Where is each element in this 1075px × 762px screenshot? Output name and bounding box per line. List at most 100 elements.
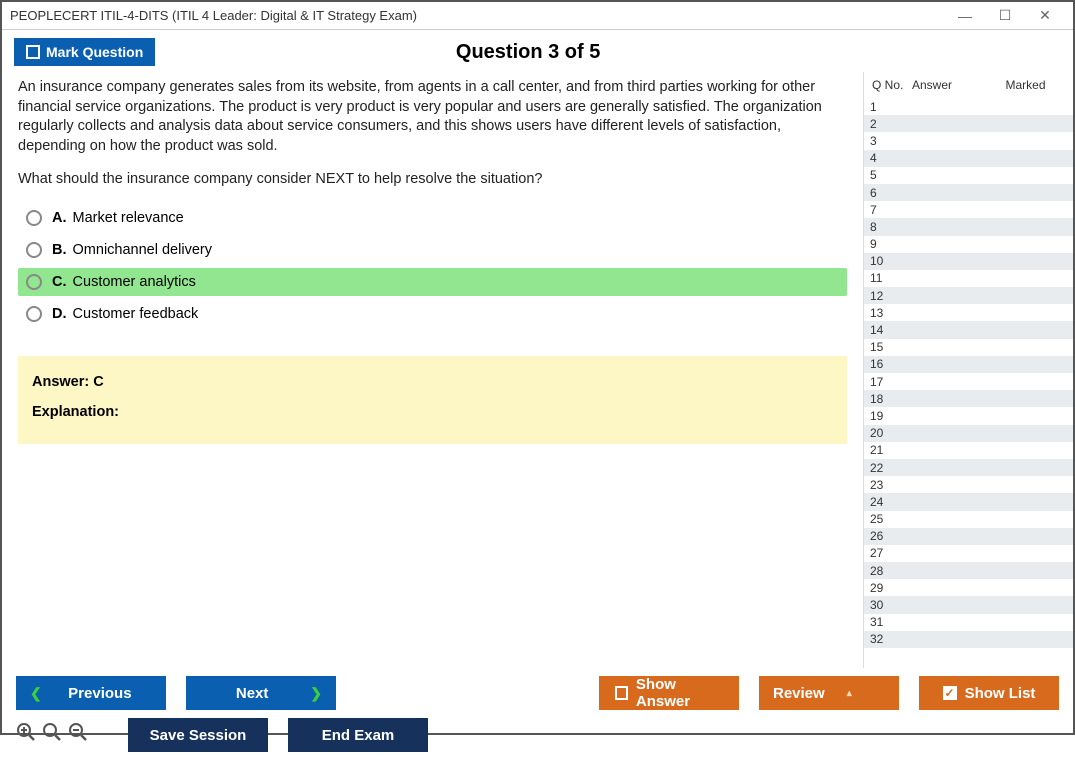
list-row[interactable]: 32 xyxy=(864,631,1073,648)
list-row[interactable]: 23 xyxy=(864,476,1073,493)
minimize-icon[interactable]: — xyxy=(945,8,985,24)
header-answer: Answer xyxy=(912,78,982,92)
row-qno: 13 xyxy=(864,306,908,320)
explanation-label: Explanation: xyxy=(32,404,833,420)
show-list-label: Show List xyxy=(965,685,1036,702)
header-qno: Q No. xyxy=(868,78,912,92)
next-label: Next xyxy=(202,685,302,702)
row-qno: 15 xyxy=(864,340,908,354)
zoom-out-icon[interactable] xyxy=(68,722,88,748)
row-qno: 6 xyxy=(864,186,908,200)
option-text: A. Market relevance xyxy=(52,210,184,226)
list-row[interactable]: 7 xyxy=(864,201,1073,218)
question-panel: An insurance company generates sales fro… xyxy=(2,72,863,668)
question-body: An insurance company generates sales fro… xyxy=(18,78,847,156)
row-qno: 3 xyxy=(864,134,908,148)
chevron-right-icon: ❯ xyxy=(310,685,322,702)
window-titlebar: PEOPLECERT ITIL-4-DITS (ITIL 4 Leader: D… xyxy=(2,2,1073,30)
list-row[interactable]: 14 xyxy=(864,321,1073,338)
footer-row-1: ❮ Previous Next ❯ Show Answer Review ▴ ✓… xyxy=(2,668,1073,714)
row-qno: 19 xyxy=(864,409,908,423)
list-row[interactable]: 9 xyxy=(864,236,1073,253)
answer-box: Answer: C Explanation: xyxy=(18,356,847,444)
topbar: Mark Question Question 3 of 5 xyxy=(2,30,1073,72)
row-qno: 11 xyxy=(864,271,908,285)
close-icon[interactable]: ✕ xyxy=(1025,7,1065,24)
list-row[interactable]: 16 xyxy=(864,356,1073,373)
option-text: D. Customer feedback xyxy=(52,306,198,322)
option-d[interactable]: D. Customer feedback xyxy=(18,300,847,328)
option-c[interactable]: C. Customer analytics xyxy=(18,268,847,296)
option-text: C. Customer analytics xyxy=(52,274,196,290)
question-heading: Question 3 of 5 xyxy=(0,41,1061,64)
row-qno: 16 xyxy=(864,357,908,371)
list-row[interactable]: 27 xyxy=(864,545,1073,562)
option-a[interactable]: A. Market relevance xyxy=(18,204,847,232)
list-row[interactable]: 25 xyxy=(864,511,1073,528)
row-qno: 4 xyxy=(864,151,908,165)
previous-button[interactable]: ❮ Previous xyxy=(16,676,166,710)
review-button[interactable]: Review ▴ xyxy=(759,676,899,710)
list-row[interactable]: 12 xyxy=(864,287,1073,304)
dropdown-icon: ▴ xyxy=(847,688,852,699)
end-exam-button[interactable]: End Exam xyxy=(288,718,428,752)
list-row[interactable]: 5 xyxy=(864,167,1073,184)
row-qno: 10 xyxy=(864,254,908,268)
zoom-in-icon[interactable] xyxy=(16,722,36,748)
row-qno: 32 xyxy=(864,632,908,646)
checkbox-icon xyxy=(615,686,628,700)
row-qno: 28 xyxy=(864,564,908,578)
zoom-controls xyxy=(16,722,88,748)
row-qno: 18 xyxy=(864,392,908,406)
list-row[interactable]: 19 xyxy=(864,407,1073,424)
list-row[interactable]: 4 xyxy=(864,150,1073,167)
row-qno: 23 xyxy=(864,478,908,492)
row-qno: 17 xyxy=(864,375,908,389)
show-list-button[interactable]: ✓ Show List xyxy=(919,676,1059,710)
option-b[interactable]: B. Omnichannel delivery xyxy=(18,236,847,264)
row-qno: 24 xyxy=(864,495,908,509)
checkbox-checked-icon: ✓ xyxy=(943,686,957,700)
list-row[interactable]: 22 xyxy=(864,459,1073,476)
row-qno: 2 xyxy=(864,117,908,131)
list-row[interactable]: 28 xyxy=(864,562,1073,579)
show-answer-button[interactable]: Show Answer xyxy=(599,676,739,710)
list-row[interactable]: 10 xyxy=(864,253,1073,270)
list-row[interactable]: 3 xyxy=(864,132,1073,149)
list-row[interactable]: 21 xyxy=(864,442,1073,459)
row-qno: 9 xyxy=(864,237,908,251)
zoom-icon[interactable] xyxy=(42,722,62,748)
row-qno: 5 xyxy=(864,168,908,182)
list-row[interactable]: 2 xyxy=(864,115,1073,132)
row-qno: 21 xyxy=(864,443,908,457)
row-qno: 1 xyxy=(864,100,908,114)
footer-row-2: Save Session End Exam xyxy=(2,714,1073,762)
end-exam-label: End Exam xyxy=(322,727,395,744)
row-qno: 25 xyxy=(864,512,908,526)
list-row[interactable]: 29 xyxy=(864,579,1073,596)
list-row[interactable]: 13 xyxy=(864,304,1073,321)
list-row[interactable]: 30 xyxy=(864,596,1073,613)
list-row[interactable]: 26 xyxy=(864,528,1073,545)
list-row[interactable]: 18 xyxy=(864,390,1073,407)
row-qno: 27 xyxy=(864,546,908,560)
maximize-icon[interactable]: ☐ xyxy=(985,7,1025,24)
row-qno: 29 xyxy=(864,581,908,595)
list-row[interactable]: 31 xyxy=(864,614,1073,631)
option-text: B. Omnichannel delivery xyxy=(52,242,212,258)
list-row[interactable]: 1 xyxy=(864,98,1073,115)
list-row[interactable]: 11 xyxy=(864,270,1073,287)
next-button[interactable]: Next ❯ xyxy=(186,676,336,710)
list-row[interactable]: 20 xyxy=(864,425,1073,442)
list-row[interactable]: 6 xyxy=(864,184,1073,201)
question-list[interactable]: 1234567891011121314151617181920212223242… xyxy=(864,98,1073,668)
row-qno: 20 xyxy=(864,426,908,440)
list-row[interactable]: 15 xyxy=(864,339,1073,356)
row-qno: 8 xyxy=(864,220,908,234)
save-session-button[interactable]: Save Session xyxy=(128,718,268,752)
list-row[interactable]: 17 xyxy=(864,373,1073,390)
radio-icon xyxy=(26,274,42,290)
list-row[interactable]: 24 xyxy=(864,493,1073,510)
list-row[interactable]: 8 xyxy=(864,218,1073,235)
radio-icon xyxy=(26,242,42,258)
